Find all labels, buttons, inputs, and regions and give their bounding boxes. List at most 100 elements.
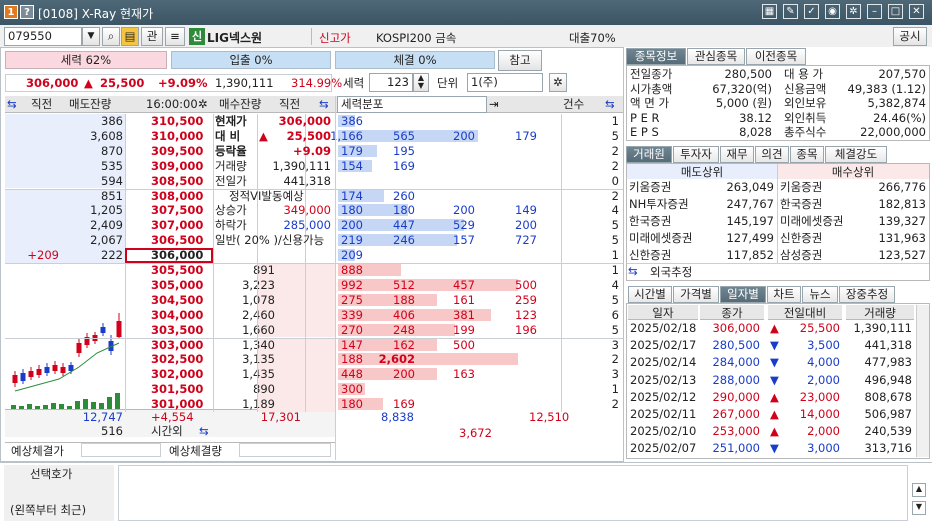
buy-broker[interactable]: 삼성증권 [780, 248, 822, 263]
buy-broker[interactable]: 키움증권 [780, 180, 822, 195]
arrow-icon[interactable]: ⇆ [628, 264, 638, 279]
tab-tabs2-4[interactable]: 종목 [790, 146, 824, 163]
gear-icon[interactable]: ✲ [846, 4, 861, 19]
ask-count: 2 [611, 158, 619, 173]
window-number-badge[interactable]: 1 [4, 5, 18, 19]
bid-price[interactable]: 303,500 [151, 323, 203, 338]
maximize-icon[interactable]: □ [888, 4, 903, 19]
ask-price[interactable]: 309,500 [151, 144, 203, 159]
settings-gear-icon[interactable]: ✲ [198, 97, 208, 112]
info-val: 38.12 [739, 110, 772, 125]
tab-tabs3-2[interactable]: 일자별 [720, 286, 766, 303]
minimize-icon[interactable]: – [867, 4, 882, 19]
stock-code-input[interactable]: 079550 [4, 27, 82, 46]
arrow-left-icon[interactable]: ⇆ [7, 97, 17, 112]
grid-line [5, 337, 623, 339]
bid-price[interactable]: 304,500 [151, 293, 203, 308]
settings-gear-icon[interactable]: ✲ [549, 73, 567, 92]
info-val: 280,500 [724, 67, 772, 81]
arrow-right-icon[interactable]: ⇥ [489, 97, 499, 112]
buy-broker[interactable]: 한국증권 [780, 197, 822, 212]
bid-count: 1 [611, 263, 619, 277]
buy-broker-qty: 182,813 [878, 197, 926, 211]
bid-price[interactable]: 302,000 [151, 367, 203, 382]
tab-tabs3-3[interactable]: 차트 [767, 286, 801, 303]
force-dist-select[interactable]: 세력분포 [337, 96, 487, 113]
arrow-right-icon[interactable]: ⇆ [319, 97, 329, 112]
ask-count: 2 [611, 143, 619, 158]
ask-price[interactable]: 308,000 [151, 189, 203, 204]
tab-tabs3-5[interactable]: 장중추정 [839, 286, 895, 303]
daily-close: 253,000 [712, 424, 760, 439]
volume-bar [115, 393, 120, 409]
ask-price[interactable]: 309,000 [151, 159, 203, 174]
tab-tabs2-2[interactable]: 재무 [720, 146, 754, 163]
sell-broker[interactable]: 신한증권 [629, 248, 671, 263]
scrollbar[interactable] [916, 305, 929, 457]
bid-qty: 891 [253, 263, 275, 277]
calendar-icon[interactable]: ▤ [121, 27, 139, 46]
buy-broker[interactable]: 미래에셋증권 [780, 214, 843, 229]
info-value: 1,390,111 [272, 158, 331, 173]
bid-price[interactable]: 304,000 [151, 308, 203, 323]
info-val: 5,382,874 [867, 96, 926, 111]
force-value-input[interactable]: 123 [369, 73, 413, 92]
sell-broker[interactable]: NH투자증권 [629, 197, 689, 212]
tab-tabs2-5[interactable]: 체결강도 [825, 146, 887, 163]
up-arrow-icon: ▲ [84, 76, 93, 90]
ask-price[interactable]: 307,000 [151, 218, 203, 233]
unit-select[interactable]: 1(주) [467, 73, 543, 92]
grid-icon[interactable]: ▦ [762, 4, 777, 19]
gwan-button[interactable]: 관 [141, 27, 163, 46]
window-title: [0108] X-Ray 현재가 [38, 7, 154, 21]
force-value: 248 [393, 322, 415, 337]
ask-price[interactable]: 307,500 [151, 203, 203, 218]
notice-button[interactable]: 공시 [893, 27, 927, 46]
bid-price[interactable]: 303,000 [151, 338, 203, 353]
check-icon[interactable]: ✓ [804, 4, 819, 19]
down-arrow-icon: ▼ [770, 338, 779, 353]
reference-button[interactable]: 참고 [498, 50, 542, 71]
camera-icon[interactable]: ◉ [825, 4, 840, 19]
sell-broker[interactable]: 한국증권 [629, 214, 671, 229]
tab-tabs2-0[interactable]: 거래원 [626, 146, 672, 163]
tab-tabs1-2[interactable]: 이전종목 [746, 48, 806, 65]
help-badge[interactable]: ? [20, 5, 34, 19]
info-label: 일반( 20% )/신용가능 [215, 233, 325, 248]
search-icon[interactable]: ⌕ [102, 27, 120, 46]
ask-price[interactable]: 308,500 [151, 174, 203, 189]
tab-tabs3-4[interactable]: 뉴스 [802, 286, 838, 303]
tab-tabs3-1[interactable]: 가격별 [673, 286, 719, 303]
tab-tabs2-1[interactable]: 투자자 [673, 146, 719, 163]
scroll-down-icon[interactable]: ▼ [912, 501, 926, 515]
after-hours-label: 시간외 [151, 424, 183, 438]
ask-count: 1 [611, 248, 619, 263]
dropdown-arrow-icon[interactable]: ▼ [82, 27, 100, 46]
buy-broker[interactable]: 신한증권 [780, 231, 822, 246]
arrow-icon[interactable]: ⇆ [605, 97, 615, 112]
close-icon[interactable]: ✕ [909, 4, 924, 19]
force-value: 300 [341, 382, 363, 397]
bid-price[interactable]: 301,500 [151, 382, 203, 397]
edit-icon[interactable]: ✎ [783, 4, 798, 19]
stack-icon[interactable]: ≡ [165, 27, 185, 46]
bid-price[interactable]: 305,500 [151, 263, 203, 278]
bid-price[interactable]: 305,000 [151, 278, 203, 293]
tab-tabs3-0[interactable]: 시간별 [628, 286, 672, 303]
ask-price[interactable]: 306,500 [151, 233, 203, 248]
scroll-up-icon[interactable]: ▲ [912, 483, 926, 497]
bid-price[interactable]: 302,500 [151, 352, 203, 367]
bid-qty: 2,460 [242, 307, 275, 322]
tab-tabs1-0[interactable]: 종목정보 [626, 48, 686, 65]
orderbook-panel: 세력 62% 입출 0% 체결 0% 참고 306,000 ▲ 25,500 +… [0, 47, 624, 462]
sell-broker[interactable]: 미래에셋증권 [629, 231, 692, 246]
ask-price[interactable]: 310,000 [151, 129, 203, 144]
info-value: 285,000 [283, 218, 331, 233]
tab-tabs1-1[interactable]: 관심종목 [687, 48, 745, 65]
tab-tabs2-3[interactable]: 의견 [755, 146, 789, 163]
sell-broker[interactable]: 키움증권 [629, 180, 671, 195]
ask-price[interactable]: 310,500 [151, 114, 203, 129]
spin-icon[interactable]: ▲ ▼ [413, 73, 429, 92]
bid-price[interactable]: 301,000 [151, 397, 203, 412]
arrow-icon[interactable]: ⇆ [199, 424, 209, 439]
